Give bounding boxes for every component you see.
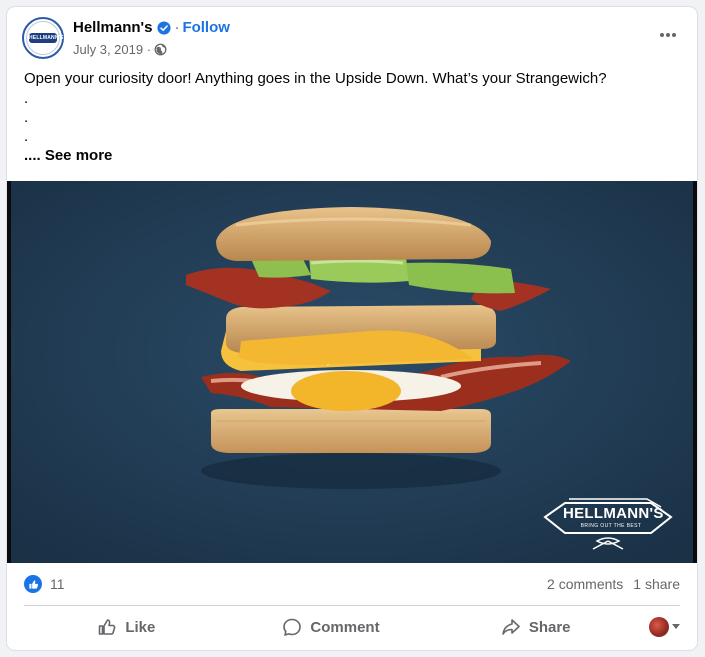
post-message: Open your curiosity door! Anything goes …	[24, 70, 607, 87]
comment-button[interactable]: Comment	[229, 610, 434, 644]
see-more-link[interactable]: .... See more	[24, 146, 682, 166]
viewer-avatar	[649, 617, 670, 637]
post-header: HELLMANN'S Hellmann's · Follow July 3, 2…	[22, 17, 682, 71]
comments-count[interactable]: 2 comments	[547, 576, 623, 592]
avatar-logo: HELLMANN'S	[29, 33, 64, 43]
media-logo-text: HELLMANN'S	[563, 505, 664, 522]
page-avatar[interactable]: HELLMANN'S	[22, 17, 64, 59]
thumbs-up-icon[interactable]	[24, 575, 42, 593]
share-arrow-icon	[502, 619, 520, 635]
comment-label: Comment	[310, 618, 380, 636]
avatar-inner: HELLMANN'S	[26, 21, 64, 55]
stats-right: 2 comments 1 share	[547, 576, 680, 592]
post-actions: Like Comment Share	[24, 610, 681, 644]
name-separator: ·	[174, 19, 180, 36]
reaction-count[interactable]: 11	[50, 576, 65, 592]
speech-bubble-icon	[283, 618, 302, 636]
post-date[interactable]: July 3, 2019 ·	[73, 42, 151, 57]
actions-divider	[24, 605, 680, 606]
share-label: Share	[528, 618, 571, 636]
more-options-icon[interactable]	[654, 25, 682, 45]
like-button[interactable]: Like	[24, 610, 229, 644]
globe-icon[interactable]	[154, 43, 167, 56]
media-logo-tagline: BRING OUT THE BEST	[580, 523, 642, 529]
audience-selector[interactable]	[638, 617, 681, 637]
post-dot-line: .	[24, 90, 29, 107]
post-dot-line: .	[24, 128, 29, 145]
thumbs-up-outline-icon	[99, 619, 116, 635]
caret-down-icon	[672, 624, 681, 629]
post-video[interactable]: HELLMANN'S BRING OUT THE BEST	[7, 181, 697, 563]
page-name-row: Hellmann's · Follow	[73, 19, 230, 36]
page-name[interactable]: Hellmann's	[73, 19, 152, 36]
follow-button[interactable]: Follow	[182, 19, 230, 36]
post-text: Open your curiosity door! Anything goes …	[24, 69, 682, 166]
like-label: Like	[125, 618, 156, 636]
engagement-stats: 11 2 comments 1 share	[24, 573, 680, 595]
share-button[interactable]: Share	[433, 610, 638, 644]
post-card: HELLMANN'S Hellmann's · Follow July 3, 2…	[7, 7, 697, 650]
post-meta: July 3, 2019 ·	[73, 42, 167, 57]
verified-badge-icon	[157, 20, 171, 35]
post-dot-line: .	[24, 109, 29, 126]
shares-count[interactable]: 1 share	[633, 576, 680, 592]
